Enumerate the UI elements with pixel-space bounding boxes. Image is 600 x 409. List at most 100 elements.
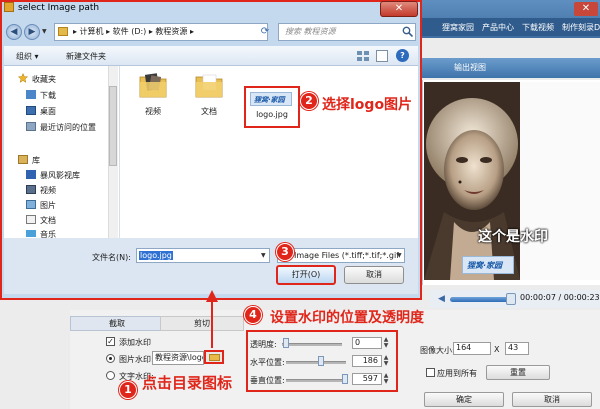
video-library-icon — [26, 185, 36, 194]
image-watermark-radio[interactable] — [106, 354, 115, 363]
tab-output-view[interactable]: 输出视图 — [440, 60, 500, 76]
nav-pictures[interactable]: 图片 — [40, 200, 56, 211]
logo-thumb-text: 狸窝·家园 — [254, 96, 285, 104]
filename-label: 文件名(N): — [92, 253, 131, 262]
preview-image — [424, 82, 520, 280]
documents-icon — [26, 215, 36, 224]
opacity-knob[interactable] — [283, 338, 289, 348]
preview-empty-area — [520, 82, 600, 280]
file-item-logo-label: logo.jpg — [256, 110, 288, 119]
image-width-input[interactable]: 164 — [453, 342, 491, 355]
menu-item-dvd[interactable]: 制作刻录DVD — [562, 22, 600, 33]
size-separator: X — [494, 345, 500, 354]
address-bar[interactable]: ▸ 计算机 ▸ 软件 (D:) ▸ 教程资源 ▸ — [54, 23, 268, 41]
history-dropdown-icon[interactable]: ▼ — [42, 28, 50, 36]
folder-video-icon[interactable] — [138, 70, 168, 100]
file-item-video[interactable]: 视频 — [136, 106, 170, 117]
step-1-badge: 1 — [119, 381, 137, 399]
recent-places-icon — [26, 122, 36, 131]
media-library-icon — [26, 170, 36, 179]
nav-downloads[interactable]: 下载 — [40, 90, 56, 101]
hpos-input[interactable]: 186 — [352, 355, 382, 367]
menu-item-home[interactable]: 狸窝家园 — [442, 22, 474, 33]
opacity-label: 透明度: — [250, 340, 277, 349]
nav-videos[interactable]: 视频 — [40, 185, 56, 196]
image-size-label: 图像大小: — [420, 346, 455, 355]
dialog-cancel-button[interactable]: 取消 — [344, 266, 404, 284]
opacity-input[interactable]: 0 — [352, 337, 382, 349]
watermark-preview: 狸窝·家园 — [462, 256, 514, 274]
add-watermark-label: 添加水印 — [119, 338, 151, 347]
hpos-label: 水平位置: — [250, 358, 285, 367]
new-folder-button[interactable]: 新建文件夹 — [66, 51, 106, 62]
apply-all-label: 应用到所有 — [437, 369, 477, 378]
open-button[interactable]: 打开(O) — [276, 265, 336, 285]
forward-arrow-icon[interactable]: ▶ — [24, 24, 40, 40]
menu-item-download[interactable]: 下载视频 — [522, 22, 554, 33]
apply-all-checkbox[interactable] — [426, 368, 435, 377]
opacity-spinner[interactable]: ▲ ▼ — [382, 337, 390, 349]
opacity-slider[interactable] — [282, 343, 342, 346]
step-1-text: 点击目录图标 — [142, 374, 233, 392]
app-close-button[interactable]: ✕ — [574, 2, 598, 16]
organize-menu[interactable]: 组织 ▾ — [16, 51, 39, 62]
reset-button[interactable]: 重置 — [486, 365, 550, 380]
nav-documents[interactable]: 文档 — [40, 215, 56, 226]
chevron-down-icon[interactable]: ▼ — [397, 252, 402, 259]
star-icon — [18, 73, 28, 83]
vpos-spinner[interactable]: ▲ ▼ — [382, 373, 390, 385]
search-input[interactable]: 搜索 教程资源 — [278, 23, 416, 41]
app-cancel-button[interactable]: 取消 — [512, 392, 592, 407]
ok-button[interactable]: 确定 — [424, 392, 504, 407]
preview-pane-icon[interactable] — [376, 50, 388, 62]
dialog-title: select Image path — [4, 2, 344, 16]
nav-baofeng[interactable]: 暴风影视库 — [40, 170, 80, 181]
text-watermark-radio[interactable] — [106, 371, 115, 380]
tab-crop[interactable]: 截取 — [70, 316, 164, 331]
vpos-slider[interactable] — [286, 379, 346, 382]
step-3-badge: 3 — [276, 243, 294, 261]
hpos-knob[interactable] — [318, 356, 324, 366]
progress-knob[interactable] — [506, 293, 516, 305]
app-menu-bar: 狸窝家园 产品中心 下载视频 制作刻录DVD — [422, 18, 600, 36]
player-time: 00:00:07 / 00:00:23 — [520, 293, 600, 302]
help-icon[interactable]: ? — [396, 49, 409, 62]
nav-favorites[interactable]: 收藏夹 — [32, 74, 56, 85]
download-icon — [26, 90, 36, 99]
search-icon[interactable] — [402, 26, 413, 37]
add-watermark-checkbox[interactable]: ✓ — [106, 337, 115, 346]
vpos-input[interactable]: 597 — [352, 373, 382, 385]
progress-track[interactable] — [450, 297, 514, 302]
library-icon — [18, 155, 28, 164]
nav-library[interactable]: 库 — [32, 155, 40, 166]
file-item-docs[interactable]: 文档 — [192, 106, 226, 117]
vpos-label: 垂直位置: — [250, 376, 285, 385]
image-path-field[interactable]: 教程资源\logo. — [152, 351, 204, 365]
browse-folder-button[interactable] — [204, 350, 224, 364]
hpos-spinner[interactable]: ▲ ▼ — [382, 355, 390, 367]
nav-recent[interactable]: 最近访问的位置 — [40, 122, 96, 133]
chevron-down-icon[interactable]: ▼ — [261, 252, 266, 259]
step-2-badge: 2 — [300, 92, 318, 110]
filename-input[interactable]: logo.jpg — [136, 248, 270, 263]
folder-icon[interactable] — [194, 70, 224, 100]
image-height-input[interactable]: 43 — [505, 342, 529, 355]
step-4-text: 设置水印的位置及透明度 — [270, 310, 424, 326]
folder-icon — [58, 27, 68, 36]
menu-item-products[interactable]: 产品中心 — [482, 22, 514, 33]
volume-icon[interactable]: ◀ — [438, 294, 448, 304]
image-watermark-label: 图片水印: — [119, 355, 154, 364]
refresh-icon[interactable]: ⟳ — [258, 24, 272, 40]
folder-icon — [4, 2, 14, 12]
dialog-close-button[interactable]: ✕ — [380, 1, 418, 17]
folder-icon — [209, 354, 220, 361]
nav-desktop[interactable]: 桌面 — [40, 106, 56, 117]
filename-value: logo.jpg — [139, 251, 173, 260]
hpos-slider[interactable] — [286, 361, 346, 364]
nav-music[interactable]: 音乐 — [40, 229, 56, 238]
back-arrow-icon[interactable]: ◀ — [6, 24, 22, 40]
vpos-knob[interactable] — [342, 374, 348, 384]
filetype-select[interactable]: Image Files (*.tiff;*.tif;*.gif — [277, 248, 405, 263]
nav-scroll-thumb[interactable] — [109, 86, 117, 166]
view-options-icon[interactable] — [356, 50, 370, 62]
